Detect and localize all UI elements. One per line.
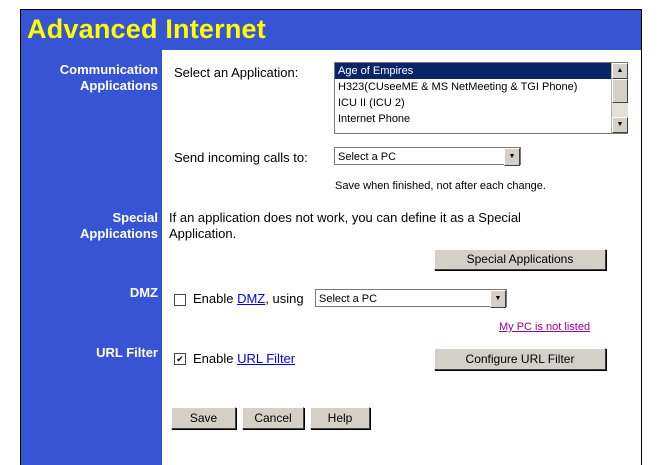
application-listbox[interactable]: Age of Empires H323(CUseeME & MS NetMeet…: [334, 62, 628, 134]
dmz-using-text: , using: [265, 291, 304, 306]
chevron-down-icon[interactable]: ▼: [504, 148, 520, 166]
sidebar-label-line: Special: [112, 210, 158, 225]
application-option[interactable]: Internet Phone: [335, 111, 628, 127]
checkmark-icon: ✔: [176, 354, 184, 364]
main-panel: Advanced Internet Communication Applicat…: [20, 9, 642, 465]
special-applications-button[interactable]: Special Applications: [434, 249, 606, 270]
sidebar-label-line: Communication: [59, 62, 158, 77]
sidebar-label-url-filter: URL Filter: [96, 345, 158, 360]
url-filter-enable-line: Enable URL Filter: [193, 351, 295, 367]
scroll-down-icon[interactable]: ▼: [612, 117, 628, 133]
url-filter-enable-text: Enable: [193, 351, 238, 366]
help-button[interactable]: Help: [310, 407, 370, 429]
title-bar: Advanced Internet: [21, 10, 641, 50]
dmz-pc-select-value: Select a PC: [319, 293, 378, 305]
dmz-link[interactable]: DMZ: [237, 291, 265, 306]
scroll-up-icon[interactable]: ▲: [612, 63, 628, 79]
save-button[interactable]: Save: [171, 407, 236, 429]
application-scrollbar[interactable]: ▲ ▼: [611, 63, 628, 133]
sidebar-label-line: Applications: [79, 226, 158, 241]
scroll-thumb[interactable]: [612, 79, 628, 103]
dmz-enable-line: Enable DMZ, using: [193, 291, 304, 307]
page-title: Advanced Internet: [27, 14, 266, 44]
sidebar-label-line: Applications: [79, 78, 158, 93]
cancel-button[interactable]: Cancel: [242, 407, 304, 429]
select-application-label: Select an Application:: [174, 65, 299, 80]
special-description-line1: If an application does not work, you can…: [169, 210, 521, 225]
sidebar-label-communication: Communication Applications: [60, 62, 158, 94]
dmz-enable-text: Enable: [193, 291, 238, 306]
send-calls-label: Send incoming calls to:: [174, 150, 308, 165]
special-description-line2: Application.: [169, 226, 237, 241]
dmz-checkbox[interactable]: [174, 294, 186, 306]
chevron-down-icon[interactable]: ▼: [490, 290, 506, 308]
application-option[interactable]: Age of Empires: [335, 63, 628, 79]
dmz-pc-select[interactable]: Select a PC ▼: [315, 289, 507, 308]
sidebar-label-dmz: DMZ: [129, 285, 158, 300]
save-note: Save when finished, not after each chang…: [335, 180, 546, 192]
configure-url-filter-button[interactable]: Configure URL Filter: [434, 348, 606, 370]
application-option[interactable]: H323(CUseeME & MS NetMeeting & TGI Phone…: [335, 79, 628, 95]
send-calls-select-value: Select a PC: [338, 151, 397, 163]
send-calls-select[interactable]: Select a PC ▼: [334, 147, 521, 166]
url-filter-link[interactable]: URL Filter: [237, 351, 295, 366]
application-option[interactable]: ICU II (ICU 2): [335, 95, 628, 111]
url-filter-checkbox[interactable]: ✔: [174, 353, 186, 365]
my-pc-not-listed-link[interactable]: My PC is not listed: [499, 319, 590, 335]
sidebar-label-special: Special Applications: [80, 210, 158, 242]
